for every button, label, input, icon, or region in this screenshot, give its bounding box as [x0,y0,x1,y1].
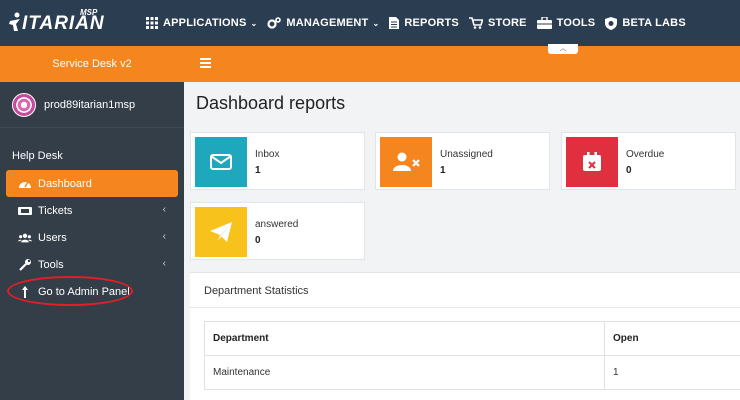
nav-management-label: MANAGEMENT [286,17,369,29]
sidebar-item-dashboard[interactable]: Dashboard [6,170,178,197]
table-header-row: Department Open [204,321,740,356]
nav-reports-label: REPORTS [404,17,459,29]
column-header: Open [604,321,740,356]
toolbox-icon [536,17,552,29]
sidebar-section-title: Help Desk [12,150,63,162]
nav-tools-label: TOOLS [556,17,596,29]
logo-msp-badge: MSP [80,8,98,17]
sidebar-item-tools[interactable]: Tools ‹ [6,251,178,278]
main-content: ︿ Dashboard reports Inbox 1 Unassigned 1 [184,44,740,400]
sidebar: Service Desk v2 prod89itarian1msp Help D… [0,46,184,400]
nav-beta-labs-label: BETA LABS [622,17,686,29]
user-name: prod89itarian1msp [44,98,136,111]
arrow-up-icon [22,285,28,298]
gears-icon [267,17,282,29]
top-navbar: ITARIAN MSP APPLICATIONS ⌄ MANAGEMENT ⌄ … [0,0,740,46]
page-title: Dashboard reports [196,93,346,113]
card-icon-box [195,137,247,187]
table-cell: 1 [604,355,740,390]
chevron-down-icon: ⌄ [250,18,258,28]
dashboard-icon [19,181,31,188]
card-overdue[interactable]: Overdue 0 [561,132,736,190]
sidebar-item-label: Tools [38,258,64,271]
nav-reports[interactable]: REPORTS [389,17,459,29]
sidebar-item-admin-panel[interactable]: Go to Admin Panel [6,278,178,305]
divider [190,307,740,308]
itarian-logo[interactable]: ITARIAN MSP [0,0,110,46]
grid-icon [146,17,158,29]
collapse-toggle[interactable]: ︿ [548,44,578,54]
department-statistics-panel: Department Statistics Department Open Ma… [190,272,740,400]
hamburger-menu-icon[interactable] [200,58,211,68]
table-row[interactable]: Maintenance 1 [204,355,740,390]
card-label: answered [255,219,299,230]
cart-icon [468,17,483,29]
paper-plane-icon [210,222,232,242]
card-icon-box [380,137,432,187]
content-header-bar: ︿ [184,44,740,82]
table-cell: Maintenance [204,355,605,390]
sidebar-header: Service Desk v2 [0,46,184,82]
card-value: 1 [440,165,446,176]
card-icon-box [566,137,618,187]
card-value: 0 [626,165,632,176]
user-x-icon [393,152,420,171]
nav-store[interactable]: STORE [468,17,527,29]
sidebar-item-users[interactable]: Users ‹ [6,224,178,251]
users-icon [18,233,32,242]
nav-management[interactable]: MANAGEMENT ⌄ [267,17,379,29]
column-header: Department [204,321,605,356]
avatar [12,92,36,117]
envelope-icon [210,154,232,170]
sidebar-item-tickets[interactable]: Tickets ‹ [6,197,178,224]
main-nav: APPLICATIONS ⌄ MANAGEMENT ⌄ REPORTS STOR… [146,0,696,46]
nav-store-label: STORE [487,17,527,29]
sidebar-item-label: Users [38,231,67,244]
card-label: Unassigned [440,149,493,160]
card-answered[interactable]: answered 0 [190,202,365,260]
card-label: Overdue [626,149,665,160]
panel-title: Department Statistics [204,285,309,297]
card-inbox[interactable]: Inbox 1 [190,132,365,190]
ticket-icon [18,206,32,215]
nav-beta-labs[interactable]: BETA LABS [605,16,686,30]
chevron-left-icon: ‹ [162,258,166,269]
sidebar-item-label: Go to Admin Panel [38,285,130,298]
card-value: 1 [255,165,261,176]
user-panel[interactable]: prod89itarian1msp [0,82,184,128]
document-icon [389,17,400,29]
department-table: Department Open Maintenance 1 [204,321,740,390]
logo-figure-icon [9,12,20,31]
calendar-x-icon [583,152,601,171]
shield-icon [605,16,618,30]
nav-applications[interactable]: APPLICATIONS ⌄ [146,17,257,29]
chevron-left-icon: ‹ [162,231,166,242]
chevron-left-icon: ‹ [162,204,166,215]
sidebar-item-label: Tickets [38,204,73,217]
nav-tools[interactable]: TOOLS [536,17,596,29]
card-unassigned[interactable]: Unassigned 1 [375,132,550,190]
card-icon-box [195,207,247,257]
sidebar-item-label: Dashboard [38,177,92,190]
nav-applications-label: APPLICATIONS [163,17,247,29]
card-value: 0 [255,235,261,246]
wrench-icon [19,258,31,271]
card-label: Inbox [255,149,280,160]
chevron-down-icon: ⌄ [372,18,380,28]
